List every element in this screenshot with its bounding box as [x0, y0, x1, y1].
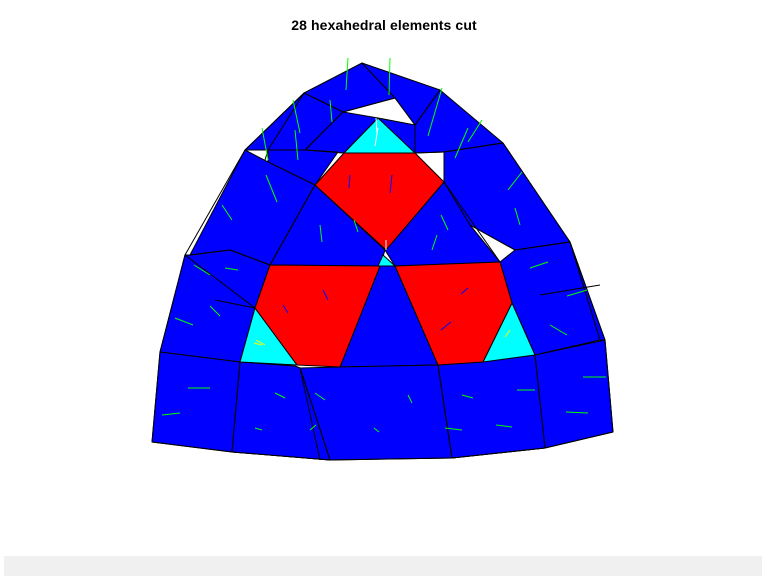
figure-toolbar-strip — [4, 556, 762, 576]
hexahedral-mesh-plot — [151, 57, 614, 461]
mesh-faces — [151, 62, 614, 461]
element-face — [437, 354, 546, 459]
figure-window: 28 hexahedral elements cut — [0, 0, 768, 576]
